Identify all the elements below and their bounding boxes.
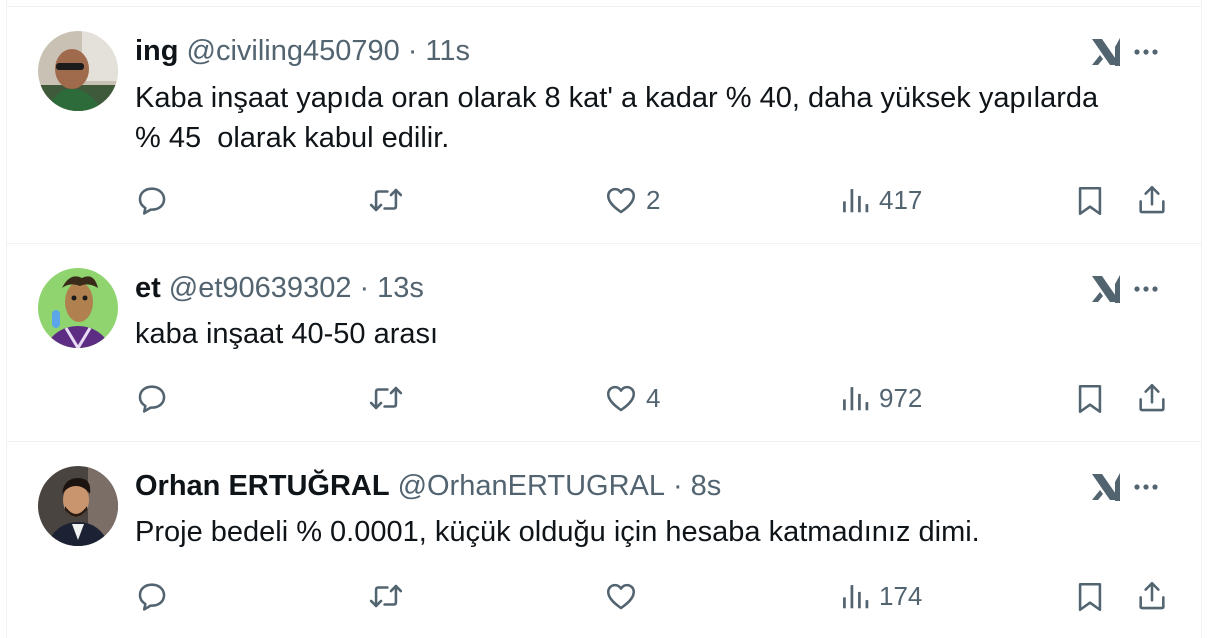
like-button[interactable]: 4	[604, 381, 660, 415]
user-handle[interactable]: @et90639302	[169, 272, 352, 305]
grok-icon[interactable]	[1089, 272, 1123, 306]
tweet-text: Proje bedeli % 0.0001, küçük olduğu için…	[135, 516, 980, 548]
tweet-card[interactable]: ing @civiling450790 · 11s Kaba inşaat ya…	[7, 7, 1201, 244]
grok-icon[interactable]	[1089, 35, 1123, 69]
tweet-header: et @et90639302 · 13s	[135, 268, 424, 308]
separator-dot: ·	[407, 34, 418, 67]
heart-icon	[604, 183, 638, 217]
views-icon	[841, 579, 871, 613]
tweet-text: kaba inşaat 40-50 arası	[135, 318, 439, 350]
share-button[interactable]	[1135, 381, 1169, 415]
timestamp[interactable]: 8s	[691, 470, 722, 503]
user-handle[interactable]: @civiling450790	[187, 35, 400, 68]
views-button[interactable]: 417	[841, 183, 922, 217]
view-count: 972	[879, 382, 923, 413]
view-count: 174	[879, 580, 923, 611]
share-button[interactable]	[1135, 183, 1169, 217]
like-button[interactable]: 2	[604, 183, 660, 217]
avatar[interactable]	[38, 268, 118, 348]
share-icon	[1135, 579, 1169, 613]
views-icon	[841, 183, 871, 217]
reply-icon	[135, 381, 169, 415]
retweet-button[interactable]	[367, 579, 405, 613]
reply-button[interactable]	[135, 381, 169, 415]
separator-dot: ·	[673, 469, 683, 502]
tweet-card[interactable]: Orhan ERTUĞRAL @OrhanERTUGRAL · 8s Proje…	[7, 442, 1201, 638]
retweet-icon	[367, 183, 405, 217]
frame-right-border	[1201, 0, 1202, 638]
display-name[interactable]: et	[135, 272, 161, 305]
more-icon[interactable]	[1131, 35, 1161, 69]
views-button[interactable]: 972	[841, 381, 922, 415]
views-button[interactable]: 174	[841, 579, 922, 613]
tweet-header: Orhan ERTUĞRAL @OrhanERTUGRAL · 8s	[135, 466, 721, 506]
bookmark-icon	[1075, 580, 1105, 614]
timestamp[interactable]: 11s	[425, 35, 470, 68]
tweet-card[interactable]: et @et90639302 · 13s kaba inşaat 40-50 a…	[7, 244, 1201, 442]
heart-icon	[604, 381, 638, 415]
avatar[interactable]	[38, 31, 118, 111]
tweet-header: ing @civiling450790 · 11s	[135, 31, 470, 71]
bookmark-icon	[1075, 382, 1105, 416]
bookmark-button[interactable]	[1075, 580, 1105, 614]
bookmark-button[interactable]	[1075, 184, 1105, 218]
reply-button[interactable]	[135, 183, 169, 217]
bookmark-icon	[1075, 184, 1105, 218]
reply-icon	[135, 579, 169, 613]
like-count: 2	[646, 184, 661, 215]
bookmark-button[interactable]	[1075, 382, 1105, 416]
retweet-icon	[367, 579, 405, 613]
like-button[interactable]	[604, 579, 638, 613]
separator-dot: ·	[359, 271, 370, 304]
user-handle[interactable]: @OrhanERTUGRAL	[398, 470, 665, 503]
timestamp[interactable]: 13s	[377, 272, 424, 305]
share-icon	[1135, 183, 1169, 217]
tweet-text: Kaba inşaat yapıda oran olarak 8 kat' a …	[135, 82, 1099, 154]
share-icon	[1135, 381, 1169, 415]
reply-icon	[135, 183, 169, 217]
reply-button[interactable]	[135, 579, 169, 613]
display-name[interactable]: Orhan ERTUĞRAL	[135, 470, 390, 503]
retweet-button[interactable]	[367, 381, 405, 415]
retweet-button[interactable]	[367, 183, 405, 217]
grok-icon[interactable]	[1089, 470, 1123, 504]
more-icon[interactable]	[1131, 470, 1161, 504]
heart-icon	[604, 579, 638, 613]
views-icon	[841, 381, 871, 415]
share-button[interactable]	[1135, 579, 1169, 613]
view-count: 417	[879, 184, 923, 215]
more-icon[interactable]	[1131, 272, 1161, 306]
like-count: 4	[646, 382, 661, 413]
avatar[interactable]	[38, 466, 118, 546]
retweet-icon	[367, 381, 405, 415]
display-name[interactable]: ing	[135, 35, 179, 68]
